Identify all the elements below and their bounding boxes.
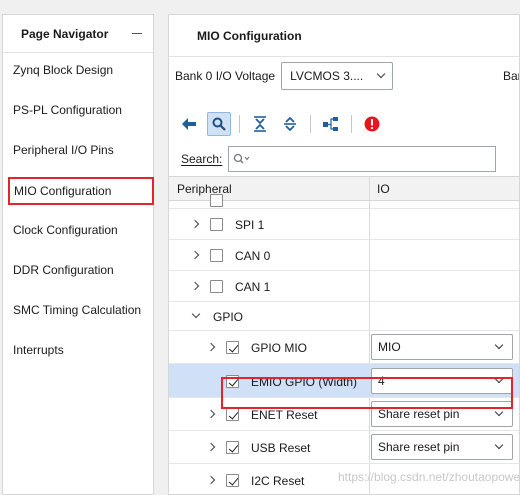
minimize-icon[interactable] bbox=[131, 28, 143, 40]
search-icon bbox=[234, 153, 250, 164]
chevron-right-icon[interactable] bbox=[191, 281, 201, 291]
bank-voltage-row: Bank 0 I/O Voltage LVCMOS 3.... Ban bbox=[175, 61, 519, 91]
page-title: MIO Configuration bbox=[197, 28, 302, 43]
search-input[interactable] bbox=[228, 146, 497, 172]
nav-item-zynq-block-design[interactable]: Zynq Block Design bbox=[13, 63, 113, 77]
nav-item-mio-configuration[interactable]: MIO Configuration bbox=[8, 177, 154, 205]
checkbox bbox=[210, 194, 223, 207]
io-select-value: 4 bbox=[378, 374, 385, 388]
row-label: CAN 1 bbox=[235, 280, 271, 294]
search-label: Search: bbox=[181, 152, 223, 166]
table-row[interactable]: SPI 1 bbox=[169, 209, 519, 240]
nav-item-peripheral-io-pins[interactable]: Peripheral I/O Pins bbox=[13, 143, 114, 157]
toolbar-divider bbox=[239, 115, 240, 133]
checkbox[interactable] bbox=[210, 249, 223, 262]
nav-item-smc-timing-calculation[interactable]: SMC Timing Calculation bbox=[13, 303, 141, 317]
expand-all-icon[interactable] bbox=[278, 112, 302, 136]
peripheral-grid: Peripheral IO SPI 1 CAN 0 CAN 1 GPIO GPI… bbox=[169, 176, 519, 494]
bank1-voltage-label: Ban bbox=[503, 69, 519, 83]
table-row[interactable]: USB Reset Share reset pin bbox=[169, 431, 519, 464]
checkbox[interactable] bbox=[226, 474, 239, 487]
nav-item-clock-configuration[interactable]: Clock Configuration bbox=[13, 223, 118, 237]
table-row[interactable]: CAN 0 bbox=[169, 240, 519, 271]
bank0-voltage-value: LVCMOS 3.... bbox=[290, 69, 364, 83]
column-header-peripheral[interactable]: Peripheral bbox=[177, 177, 232, 201]
io-select[interactable]: MIO bbox=[371, 334, 513, 360]
checkbox[interactable] bbox=[226, 341, 239, 354]
nav-item-interrupts[interactable]: Interrupts bbox=[13, 343, 64, 357]
row-label: I2C Reset bbox=[251, 474, 305, 488]
row-label: GPIO bbox=[213, 310, 244, 324]
toolbar-divider bbox=[310, 115, 311, 133]
chevron-down-icon[interactable] bbox=[191, 311, 201, 321]
chevron-right-icon[interactable] bbox=[207, 442, 217, 452]
table-row[interactable]: GPIO MIO MIO bbox=[169, 331, 519, 364]
nav-item-ps-pl-configuration[interactable]: PS-PL Configuration bbox=[13, 103, 122, 117]
table-row-selected[interactable]: EMIO GPIO (Width) 4 bbox=[169, 364, 519, 398]
row-label: CAN 0 bbox=[235, 249, 271, 263]
collapse-all-icon[interactable] bbox=[248, 112, 272, 136]
navigator-header: Page Navigator bbox=[3, 15, 153, 53]
toolbar-divider bbox=[351, 115, 352, 133]
search-row: Search: bbox=[181, 146, 519, 172]
error-icon[interactable] bbox=[360, 112, 384, 136]
io-select-value: Share reset pin bbox=[378, 407, 460, 421]
toolbar bbox=[169, 109, 519, 139]
page-navigator-panel: Page Navigator Zynq Block Design PS-PL C… bbox=[2, 14, 154, 495]
row-label: USB Reset bbox=[251, 441, 311, 455]
mio-configuration-panel: MIO Configuration Bank 0 I/O Voltage LVC… bbox=[168, 14, 520, 495]
checkbox[interactable] bbox=[210, 218, 223, 231]
checkbox[interactable] bbox=[226, 441, 239, 454]
table-row[interactable]: CAN 1 bbox=[169, 271, 519, 302]
chevron-down-icon bbox=[494, 442, 504, 452]
row-label: ENET Reset bbox=[251, 408, 318, 422]
chevron-down-icon bbox=[494, 376, 504, 386]
back-arrow-icon[interactable] bbox=[177, 112, 201, 136]
chevron-down-icon bbox=[376, 71, 386, 81]
row-label: EMIO GPIO (Width) bbox=[251, 375, 358, 389]
table-row[interactable]: GPIO bbox=[169, 302, 519, 331]
checkbox[interactable] bbox=[210, 280, 223, 293]
chevron-down-icon bbox=[494, 409, 504, 419]
io-select[interactable]: Share reset pin bbox=[371, 434, 513, 460]
chevron-right-icon[interactable] bbox=[191, 250, 201, 260]
chevron-down-icon bbox=[494, 342, 504, 352]
checkbox[interactable] bbox=[226, 375, 239, 388]
io-select-value: MIO bbox=[378, 340, 401, 354]
bank0-voltage-select[interactable]: LVCMOS 3.... bbox=[281, 62, 394, 90]
navigator-title: Page Navigator bbox=[21, 26, 109, 41]
chevron-right-icon[interactable] bbox=[207, 342, 217, 352]
io-select[interactable]: Share reset pin bbox=[371, 401, 513, 427]
row-label: GPIO MIO bbox=[251, 341, 308, 355]
table-row[interactable]: ENET Reset Share reset pin bbox=[169, 398, 519, 431]
chevron-right-icon[interactable] bbox=[207, 475, 217, 485]
panel-header: MIO Configuration bbox=[169, 15, 519, 57]
chevron-right-icon[interactable] bbox=[207, 409, 217, 419]
hierarchy-icon[interactable] bbox=[319, 112, 343, 136]
bank0-voltage-label: Bank 0 I/O Voltage bbox=[175, 69, 276, 83]
search-icon[interactable] bbox=[207, 112, 231, 136]
chevron-right-icon[interactable] bbox=[191, 219, 201, 229]
nav-item-label: MIO Configuration bbox=[14, 184, 112, 198]
watermark-text: https://blog.csdn.net/zhoutaopower bbox=[338, 470, 520, 484]
row-label: SPI 1 bbox=[235, 218, 265, 232]
table-row bbox=[169, 194, 519, 209]
io-select-value: Share reset pin bbox=[378, 440, 460, 454]
checkbox[interactable] bbox=[226, 408, 239, 421]
column-header-io[interactable]: IO bbox=[377, 177, 390, 201]
nav-item-ddr-configuration[interactable]: DDR Configuration bbox=[13, 263, 114, 277]
io-select[interactable]: 4 bbox=[371, 368, 513, 394]
